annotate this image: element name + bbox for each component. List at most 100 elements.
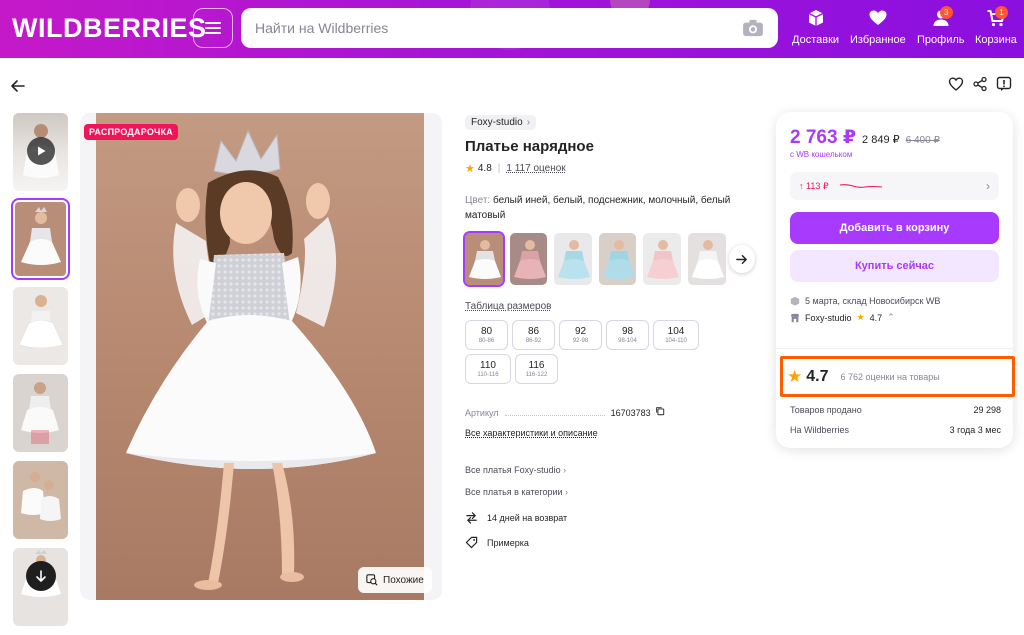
sale-badge: РАСПРОДАРОЧКА [84,124,178,140]
thumbnail-3[interactable] [13,374,68,452]
cart-icon: 1 [986,6,1008,34]
variant-5[interactable] [643,233,682,285]
price-old: 6 400 ₽ [905,135,940,146]
all-characteristics-link[interactable]: Все характеристики и описание [465,428,598,438]
thumbnail-video[interactable] [13,113,68,191]
price-change: ↑ 113 ₽ [799,180,829,191]
size-range: 80-86 [478,338,495,344]
search-input[interactable] [255,20,742,36]
variant-4[interactable] [598,233,637,285]
nav-deliveries[interactable]: Доставки [792,8,839,46]
size-range: 92-98 [572,338,589,344]
variant-2[interactable] [509,233,548,285]
product-rating: ★ 4.8 | 1 117 оценок [465,162,755,175]
seller-rating: 4.7 [869,312,883,323]
favorite-heart-icon[interactable] [948,76,964,92]
main-product-image[interactable]: РАСПРОДАРОЧКА Похожие [80,113,442,600]
add-to-cart-button[interactable]: Добавить в корзину [790,212,999,244]
divider [776,348,1013,349]
nav-favorites[interactable]: Избранное [850,8,906,46]
reviews-link[interactable]: 1 117 оценок [506,163,565,174]
share-icon[interactable] [972,76,988,92]
size-option[interactable]: 86 86-92 [512,320,555,350]
on-wb-value: 3 года 3 мес [949,425,1001,435]
size-value: 116 [528,360,545,371]
size-value: 86 [527,326,540,337]
user-icon: 3 [931,6,953,34]
article-label: Артикул [465,408,499,418]
price-without-wallet: 2 849 ₽ [862,134,900,146]
size-option[interactable]: 80 80-86 [465,320,508,350]
return-text: 14 дней на возврат [487,512,568,523]
nav-cart[interactable]: 1 Корзина [975,6,1017,46]
on-wb-label: На Wildberries [790,425,850,435]
size-option[interactable]: 116 116-122 [515,354,558,384]
nav-favorites-label: Избранное [850,34,906,46]
product-actions [948,76,1012,92]
brand-name: Foxy-studio [471,117,523,128]
brand-dresses-link[interactable]: Все платья Foxy-studio [465,465,755,475]
size-table-link[interactable]: Таблица размеров [465,301,551,312]
girl-in-white-dress-illustration [126,129,376,590]
delivery-text: 5 марта, склад Новосибирск WB [805,296,941,306]
size-value: 98 [621,326,634,337]
size-value: 104 [667,326,685,337]
delivery-info: 5 марта, склад Новосибирск WB [790,296,940,306]
sold-value: 29 298 [973,405,1001,415]
size-option[interactable]: 104 104-110 [653,320,699,350]
star-icon: ★ [787,366,803,386]
variant-1[interactable] [463,231,505,287]
heart-icon [868,8,888,34]
size-option[interactable]: 92 92-98 [559,320,602,350]
thumbnail-4[interactable] [13,461,68,539]
brand-link[interactable]: Foxy-studio › [465,115,537,130]
site-logo[interactable]: WILDBERRIES [12,13,207,44]
profile-badge: 3 [939,6,953,19]
copy-icon[interactable] [655,406,665,416]
store-rating-highlight[interactable]: ★ 4.7 6 762 оценки на товары [780,356,1015,397]
price-card: 2 763 ₽ 2 849 ₽ 6 400 ₽ с WB кошельком ↑… [776,112,1013,448]
size-option[interactable]: 98 98-104 [606,320,649,350]
thumbnail-2[interactable] [13,287,68,365]
seller-name: Foxy-studio [805,312,852,323]
price-history-button[interactable]: ↑ 113 ₽ › [790,172,999,200]
store-rating-value: 4.7 [806,367,829,385]
seller-info[interactable]: Foxy-studio ★ 4.7 ⌃ [790,312,895,323]
product-title: Платье нарядное [465,138,594,155]
chevron-right-icon: › [526,117,531,128]
size-range: 116-122 [525,372,548,378]
buy-now-button[interactable]: Купить сейчас [790,250,999,282]
size-option[interactable]: 110 110-116 [465,354,511,384]
variant-photo [647,240,680,279]
box-icon [790,296,800,306]
variant-photo [602,240,635,279]
back-arrow-icon[interactable] [10,78,26,94]
article-row: Артикул 16703783 [465,406,755,418]
camera-icon[interactable] [742,19,764,37]
thumbnails-scroll-down-button[interactable] [26,561,56,591]
variant-3[interactable] [554,233,592,285]
report-icon[interactable] [996,76,1012,92]
color-label: Цвет: [465,195,491,206]
variant-photo [469,240,501,279]
category-dresses-link[interactable]: Все платья в категории [465,487,755,497]
thumbnail-photo [21,472,61,521]
product-info: Foxy-studio › Платье нарядное ★ 4.8 | 1 … [463,112,755,561]
variants-next-button[interactable] [728,245,755,273]
star-icon: ★ [465,163,475,175]
separator: | [497,163,501,174]
size-range: 104-110 [665,338,687,344]
fitting-text: Примерка [487,537,529,548]
nav-cart-label: Корзина [975,34,1017,46]
catalog-menu-button[interactable] [193,8,233,48]
box-icon [806,8,826,34]
thumbnail-1[interactable] [11,198,70,280]
sold-label: Товаров продано [790,405,862,415]
variant-6[interactable] [688,233,726,285]
wallet-note[interactable]: с WB кошельком [790,150,852,159]
similar-products-button[interactable]: Похожие [358,567,432,593]
chevron-right-icon: › [986,179,990,193]
size-range: 98-104 [618,338,637,344]
tag-icon [465,536,478,549]
nav-profile[interactable]: 3 Профиль [917,6,965,46]
